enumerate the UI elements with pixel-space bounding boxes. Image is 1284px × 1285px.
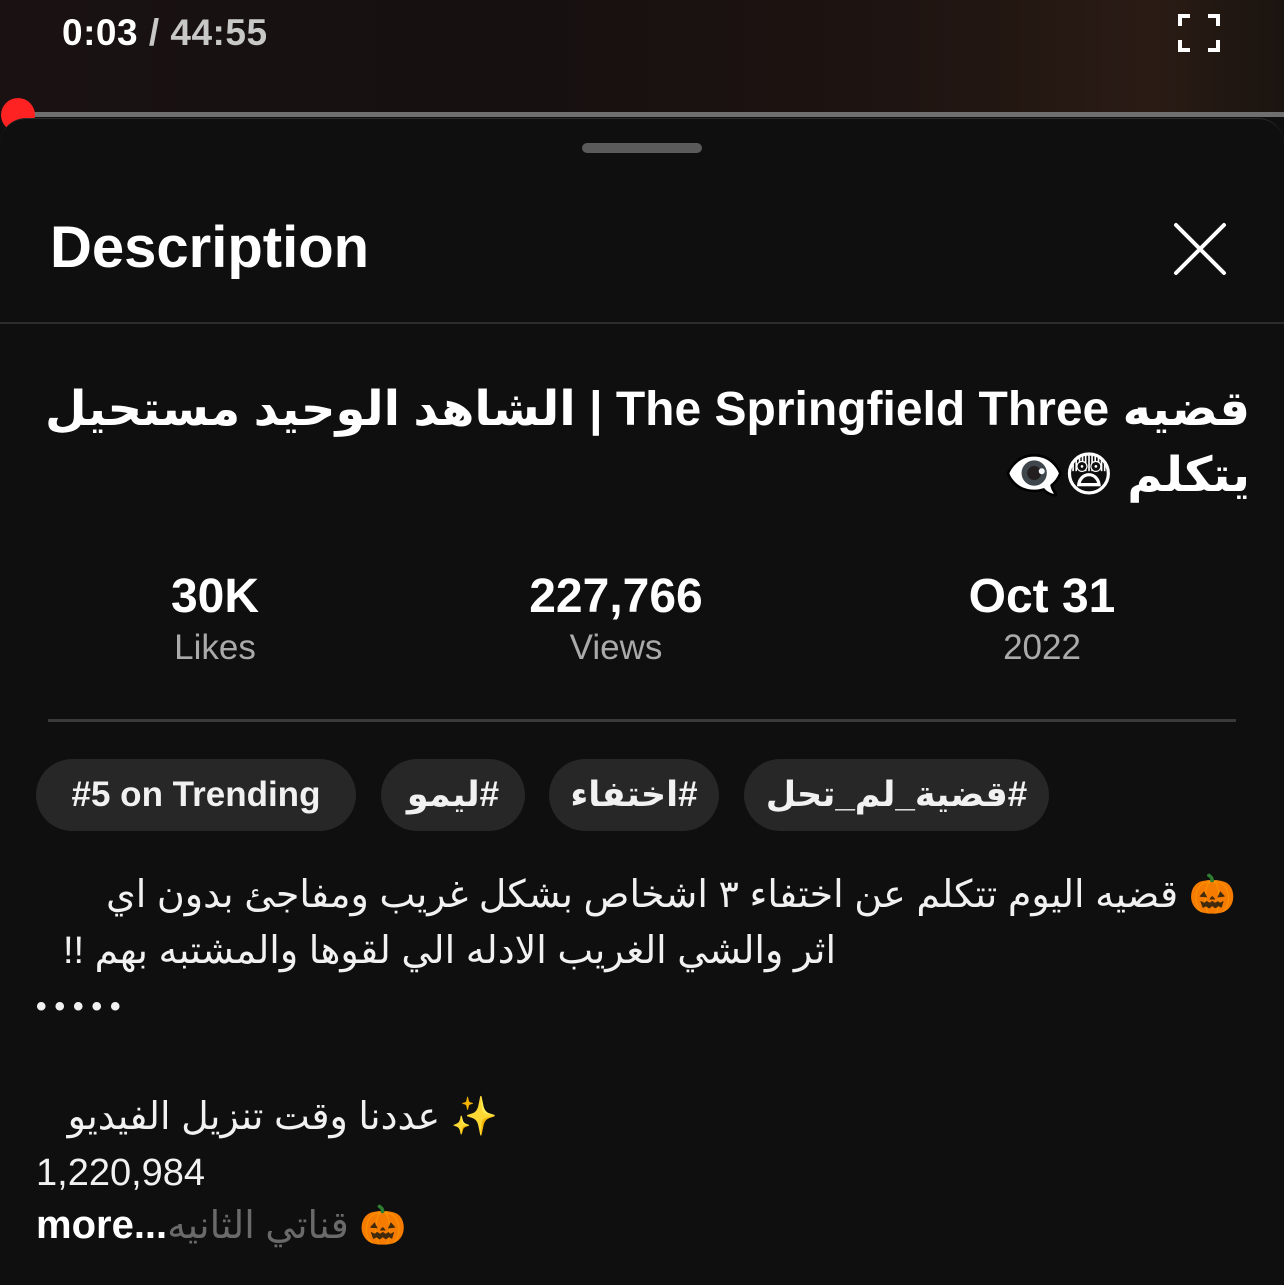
publish-date: Oct 31 xyxy=(968,570,1116,623)
duration: 44:55 xyxy=(170,12,268,53)
likes-count: 30K xyxy=(170,570,260,623)
views-label: Views xyxy=(569,628,663,667)
description-line: اثر والشي الغريب الادله الي لقوها والمشت… xyxy=(62,930,836,972)
fullscreen-icon[interactable] xyxy=(1178,14,1220,52)
stats-divider xyxy=(48,719,1236,722)
video-title: قضيه The Springfield Three | الشاهد الوح… xyxy=(45,383,1250,502)
more-link[interactable]: more... xyxy=(36,1203,167,1247)
more-row: more...🎃 قناتي الثانيه xyxy=(36,1203,456,1259)
chip-hashtag-1[interactable]: #ليمو xyxy=(381,759,525,831)
drag-handle[interactable] xyxy=(582,143,702,153)
views-stat: 227,766 Views xyxy=(466,569,766,671)
date-stat: Oct 31 2022 xyxy=(892,569,1192,671)
description-dots: ••••• xyxy=(36,990,129,1023)
sheet-title: Description xyxy=(50,215,370,280)
description-line: ✨ عددنا وقت تنزيل الفيديو xyxy=(67,1096,498,1138)
description-line: 🎃 قضيه اليوم تتكلم عن اختفاء ٣ اشخاص بشك… xyxy=(106,874,1236,916)
chip-hashtag-3[interactable]: #قضية_لم_تحل xyxy=(744,759,1049,831)
description-count: 1,220,984 xyxy=(36,1152,206,1194)
chip-hashtag-2[interactable]: #اختفاء xyxy=(549,759,719,831)
publish-year: 2022 xyxy=(1003,628,1081,667)
chip-row: #5 on Trending #ليمو #اختفاء #قضية_لم_تح… xyxy=(0,759,1284,833)
likes-stat: 30K Likes xyxy=(65,569,365,671)
close-icon[interactable] xyxy=(1170,219,1230,279)
likes-label: Likes xyxy=(174,628,256,667)
progress-bar[interactable] xyxy=(18,112,1284,117)
description-sheet: Description قضيه The Springfield Three |… xyxy=(0,118,1284,1285)
chip-trending[interactable]: #5 on Trending xyxy=(36,759,356,831)
time-display: 0:03 / 44:55 xyxy=(62,12,268,54)
header-divider xyxy=(0,322,1284,324)
video-player[interactable]: 0:03 / 44:55 xyxy=(0,0,1284,132)
description-line: 🎃 قناتي الثانيه xyxy=(167,1205,407,1247)
views-count: 227,766 xyxy=(529,570,703,623)
current-time: 0:03 xyxy=(62,12,139,53)
time-separator: / xyxy=(138,12,171,53)
